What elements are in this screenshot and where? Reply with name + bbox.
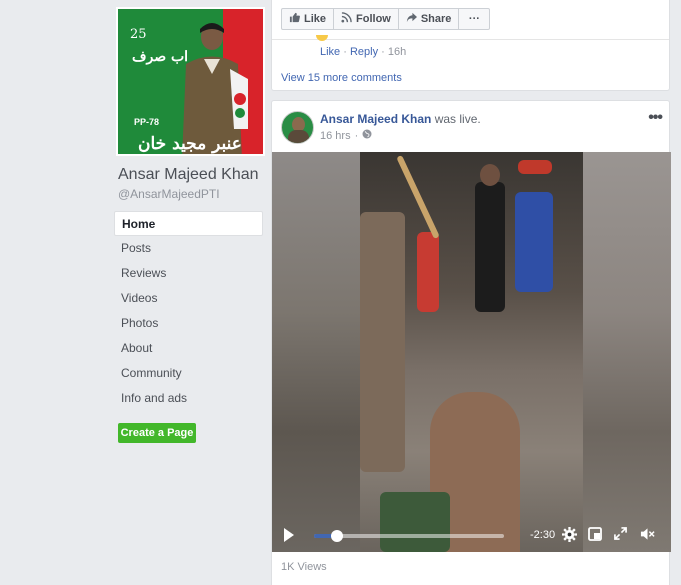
video-scrubber-handle[interactable]: [331, 530, 343, 542]
page-title[interactable]: Ansar Majeed Khan: [118, 166, 259, 184]
sidebar-item-reviews[interactable]: Reviews: [114, 261, 263, 286]
sidebar-nav: Home Posts Reviews Videos Photos About C…: [114, 211, 263, 411]
video-blur-left: [272, 152, 360, 552]
picture-in-picture-icon[interactable]: [588, 527, 602, 544]
view-more-comments-link[interactable]: View 15 more comments: [281, 72, 402, 84]
dancer-head: [480, 164, 500, 186]
post-header: Ansar Majeed Khan was live.: [320, 112, 481, 126]
create-page-button[interactable]: Create a Page: [118, 423, 196, 443]
video-progress-bar[interactable]: [314, 530, 504, 542]
profile-picture-pp-label: PP-78: [134, 117, 160, 127]
live-status-text: was live.: [434, 112, 481, 126]
profile-picture[interactable]: 25 اب صرف PP-78 عنبر مجید خان: [116, 7, 265, 156]
share-button[interactable]: Share: [397, 8, 460, 30]
sidebar-item-home[interactable]: Home: [114, 211, 263, 236]
thumbs-up-icon: [289, 12, 300, 26]
comment-meta-separator: ·: [340, 46, 350, 58]
volume-muted-icon[interactable]: [640, 527, 655, 544]
red-cap: [518, 160, 552, 174]
play-icon[interactable]: [284, 528, 294, 542]
profile-picture-number: 25: [130, 27, 147, 42]
settings-gear-icon[interactable]: [562, 527, 577, 545]
more-dots-icon: ···: [468, 13, 480, 25]
sidebar-item-videos[interactable]: Videos: [114, 286, 263, 311]
sidebar-item-photos[interactable]: Photos: [114, 311, 263, 336]
previous-post-card: Like Follow Share ··· Like · Reply · 16h…: [271, 0, 670, 91]
view-count: 1K Views: [281, 561, 327, 573]
follow-button[interactable]: Follow: [333, 8, 399, 30]
post-actions-bar: Like Follow Share ···: [281, 8, 491, 30]
avatar-body: [288, 130, 309, 143]
video-controls: -2:30: [272, 518, 671, 552]
sidebar-item-community[interactable]: Community: [114, 361, 263, 386]
globe-icon[interactable]: [362, 129, 372, 142]
child-red-dress: [417, 232, 439, 312]
post-timestamp: 16 hrs ·: [320, 129, 372, 142]
sidebar-item-posts[interactable]: Posts: [114, 236, 263, 261]
video-frame: [360, 152, 583, 552]
comment-like-link[interactable]: Like: [320, 46, 340, 58]
like-label: Like: [304, 13, 327, 25]
more-options-button[interactable]: ···: [458, 8, 491, 30]
rss-icon: [341, 12, 352, 26]
profile-picture-urdu-name: عنبر مجید خان: [138, 134, 242, 154]
follow-label: Follow: [356, 13, 391, 25]
sidebar-item-about[interactable]: About: [114, 336, 263, 361]
comment-meta-separator: ·: [378, 46, 388, 58]
comment-reply-link[interactable]: Reply: [350, 46, 378, 58]
video-player[interactable]: -2:30: [272, 152, 671, 552]
post-options-icon[interactable]: •••: [648, 109, 663, 127]
comment-meta: Like · Reply · 16h: [320, 46, 406, 58]
post-time-separator: ·: [354, 129, 359, 142]
share-arrow-icon: [406, 12, 417, 26]
divider: [272, 39, 669, 40]
post-time-link[interactable]: 16 hrs: [320, 130, 351, 142]
smiley-emoji-icon: [316, 35, 328, 41]
blue-shirt-figure: [515, 192, 553, 292]
author-name-link[interactable]: Ansar Majeed Khan: [320, 112, 431, 126]
author-avatar[interactable]: [281, 111, 314, 144]
share-label: Share: [420, 13, 452, 25]
foreground-person: [360, 212, 405, 472]
video-blur-right: [583, 152, 671, 552]
like-button[interactable]: Like: [281, 8, 335, 30]
page-handle[interactable]: @AnsarMajeedPTI: [118, 187, 220, 201]
fullscreen-icon[interactable]: [614, 527, 627, 543]
comment-time[interactable]: 16h: [388, 46, 406, 58]
video-time-remaining: -2:30: [530, 529, 556, 541]
dancer-figure: [475, 182, 505, 312]
sidebar-item-info-and-ads[interactable]: Info and ads: [114, 386, 263, 411]
live-video-post-card: Ansar Majeed Khan was live. 16 hrs · •••: [271, 100, 671, 585]
